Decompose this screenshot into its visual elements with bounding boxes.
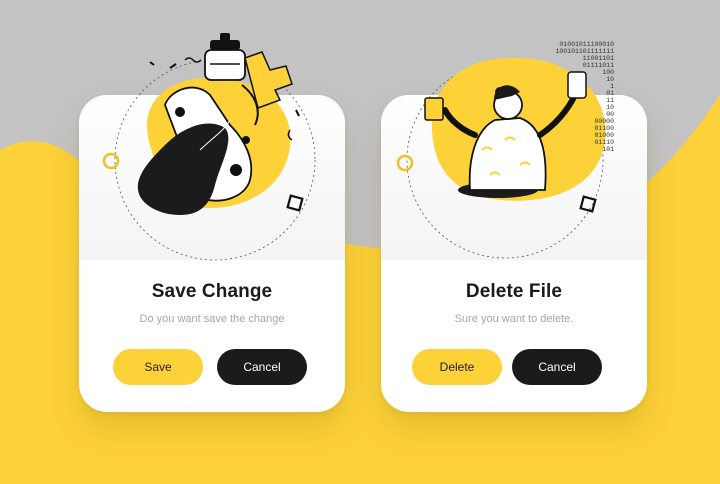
save-change-dialog: Save Change Do you want save the change … <box>79 95 345 412</box>
delete-file-dialog: Delete File Sure you want to delete. Del… <box>381 95 647 412</box>
dialog-message: Sure you want to delete. <box>454 313 574 325</box>
cancel-button[interactable]: Cancel <box>217 349 307 385</box>
dialog-illustration-area <box>79 95 345 260</box>
save-button[interactable]: Save <box>113 349 203 385</box>
dialog-title: Save Change <box>151 281 273 302</box>
dialog-title: Delete File <box>465 281 563 302</box>
delete-button[interactable]: Delete <box>412 349 502 385</box>
dialog-illustration-area <box>381 95 647 260</box>
cancel-button[interactable]: Cancel <box>512 349 602 385</box>
dialog-message: Do you want save the change <box>139 313 285 325</box>
